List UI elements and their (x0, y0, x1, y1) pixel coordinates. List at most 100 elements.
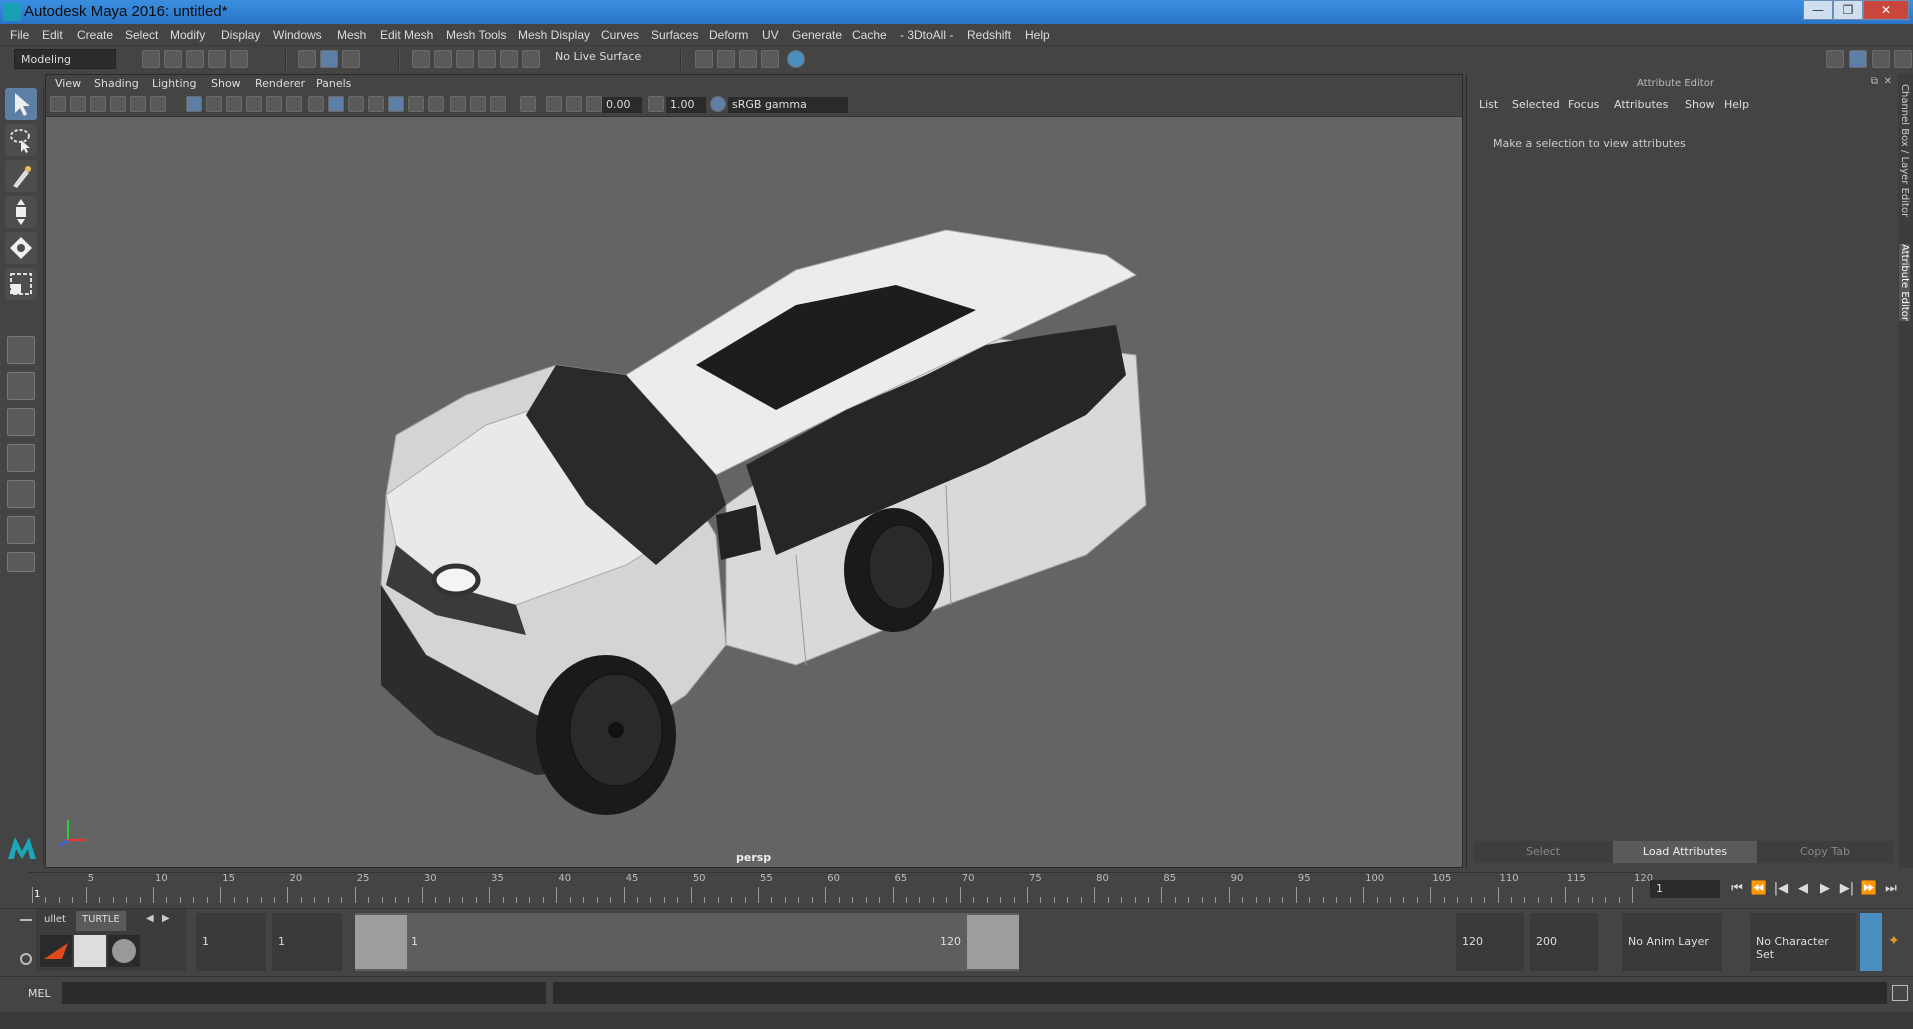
attribute-editor-toggle-icon[interactable] (1849, 50, 1867, 68)
menu-mesh-tools[interactable]: Mesh Tools (446, 28, 506, 42)
new-scene-icon[interactable] (142, 50, 160, 68)
make-live-icon[interactable] (500, 50, 518, 68)
character-set-dropdown[interactable]: No Character Set (1750, 913, 1856, 971)
float-panel-icon[interactable]: ⧉ (1871, 76, 1878, 87)
shelf-scroll-right-icon[interactable]: ▶ (162, 913, 170, 924)
select-by-component-icon[interactable] (342, 50, 360, 68)
viewport-menu-panels[interactable]: Panels (316, 77, 351, 90)
menu-redshift[interactable]: Redshift (967, 28, 1011, 42)
anti-aliasing-icon[interactable] (490, 96, 506, 112)
range-slider-end-handle[interactable] (967, 915, 1019, 969)
ambient-occlusion-icon[interactable] (450, 96, 466, 112)
gamma-field[interactable]: 1.00 (666, 97, 706, 113)
menu-edit-mesh[interactable]: Edit Mesh (380, 28, 433, 42)
exposure-field[interactable]: 0.00 (602, 97, 642, 113)
attribute-editor-tab[interactable]: Attribute Editor (1899, 244, 1910, 321)
xray-joints-icon[interactable] (546, 96, 562, 112)
attr-menu-attributes[interactable]: Attributes (1614, 98, 1668, 111)
undo-icon[interactable] (208, 50, 226, 68)
select-button[interactable]: Select (1473, 841, 1613, 863)
outliner-persp-layout-icon[interactable] (7, 516, 35, 544)
load-attributes-button[interactable]: Load Attributes (1613, 841, 1757, 863)
exposure-icon[interactable] (586, 96, 602, 112)
go-to-start-icon[interactable]: ⏮ (1728, 880, 1746, 898)
menu-select[interactable]: Select (125, 28, 158, 42)
time-slider-track[interactable]: 1 5 10 15 20 25 30 35 40 45 50 55 60 65 70 75 80 85 90 95 10… (28, 872, 1653, 904)
menu-edit[interactable]: Edit (42, 28, 63, 42)
auto-key-toggle-icon[interactable] (1860, 913, 1882, 971)
viewport-menu-show[interactable]: Show (211, 77, 241, 90)
animation-preferences-icon[interactable]: ✦ (1888, 933, 1908, 953)
attr-menu-selected[interactable]: Selected (1512, 98, 1560, 111)
step-forward-frame-icon[interactable]: ▶| (1838, 880, 1856, 898)
2d-pan-zoom-icon[interactable] (130, 96, 146, 112)
persp-outliner-layout-icon[interactable] (7, 408, 35, 436)
suv-3d-model[interactable] (326, 175, 1206, 825)
attr-menu-show[interactable]: Show (1685, 98, 1715, 111)
image-plane-icon[interactable] (110, 96, 126, 112)
field-chart-icon[interactable] (266, 96, 282, 112)
viewport-menu-lighting[interactable]: Lighting (152, 77, 196, 90)
command-input[interactable] (62, 982, 546, 1004)
select-by-object-icon[interactable] (320, 50, 338, 68)
close-button[interactable]: ✕ (1863, 0, 1909, 20)
play-backwards-icon[interactable]: ◀ (1794, 880, 1812, 898)
rotate-tool-icon[interactable] (5, 232, 37, 264)
copy-tab-button[interactable]: Copy Tab (1757, 841, 1893, 863)
mel-label[interactable]: MEL (28, 987, 51, 1000)
turtle-render-icon[interactable] (40, 935, 72, 967)
close-panel-icon[interactable]: ✕ (1884, 76, 1892, 87)
viewport-menu-renderer[interactable]: Renderer (255, 77, 305, 90)
anim-layer-dropdown[interactable]: No Anim Layer (1622, 913, 1722, 971)
persp-hypershade-layout-icon[interactable] (7, 480, 35, 508)
shelf-tab-turtle[interactable]: TURTLE (76, 911, 126, 931)
current-frame-field[interactable]: 1 (1650, 880, 1720, 898)
playback-end-field[interactable]: 120 (1456, 913, 1524, 971)
modeling-toolkit-icon[interactable] (1826, 50, 1844, 68)
attr-menu-help[interactable]: Help (1724, 98, 1749, 111)
camera-icon[interactable] (50, 96, 66, 112)
menu-mesh[interactable]: Mesh (337, 28, 366, 42)
viewport-menu-shading[interactable]: Shading (94, 77, 139, 90)
shelf-scroll-left-icon[interactable]: ◀ (146, 913, 154, 924)
maximize-button[interactable]: ❐ (1833, 0, 1863, 20)
menu-set-dropdown[interactable]: Modeling (14, 49, 116, 69)
shelf-collapse-icon[interactable] (20, 919, 32, 921)
menu-windows[interactable]: Windows (273, 28, 322, 42)
snap-curve-icon[interactable] (434, 50, 452, 68)
tool-settings-toggle-icon[interactable] (1872, 50, 1890, 68)
playback-start-field[interactable]: 1 (272, 913, 342, 971)
range-slider-start-handle[interactable] (355, 915, 407, 969)
safe-action-icon[interactable] (286, 96, 302, 112)
ipr-render-icon[interactable] (761, 50, 779, 68)
motion-blur-icon[interactable] (470, 96, 486, 112)
grease-pencil-icon[interactable] (150, 96, 166, 112)
attr-menu-list[interactable]: List (1479, 98, 1498, 111)
menu-deform[interactable]: Deform (709, 28, 748, 42)
snap-point-icon[interactable] (456, 50, 474, 68)
animation-end-field[interactable]: 200 (1530, 913, 1598, 971)
layout-options-icon[interactable] (7, 552, 35, 572)
snap-grid-icon[interactable] (412, 50, 430, 68)
menu-generate[interactable]: Generate (792, 28, 842, 42)
viewport-menu-view[interactable]: View (55, 77, 81, 90)
step-back-key-icon[interactable]: ⏪ (1750, 880, 1768, 898)
render-current-frame-icon[interactable] (739, 50, 757, 68)
menu-create[interactable]: Create (77, 28, 113, 42)
camera-attributes-icon[interactable] (70, 96, 86, 112)
turtle-bake-icon[interactable] (74, 935, 106, 967)
redo-icon[interactable] (230, 50, 248, 68)
scale-tool-icon[interactable] (5, 268, 37, 300)
use-lights-icon[interactable] (408, 96, 424, 112)
view-transform-dropdown[interactable]: sRGB gamma (728, 97, 848, 113)
menu-curves[interactable]: Curves (601, 28, 639, 42)
lasso-tool-icon[interactable] (5, 124, 37, 156)
snap-surface-icon[interactable] (522, 50, 540, 68)
attr-menu-focus[interactable]: Focus (1568, 98, 1599, 111)
perspective-viewport[interactable]: View Shading Lighting Show Renderer Pane… (45, 74, 1463, 868)
step-back-frame-icon[interactable]: |◀ (1772, 880, 1790, 898)
isolate-select-icon[interactable] (520, 96, 536, 112)
xray-icon[interactable] (368, 96, 384, 112)
resolution-gate-icon[interactable] (226, 96, 242, 112)
render-settings-icon[interactable] (695, 50, 713, 68)
